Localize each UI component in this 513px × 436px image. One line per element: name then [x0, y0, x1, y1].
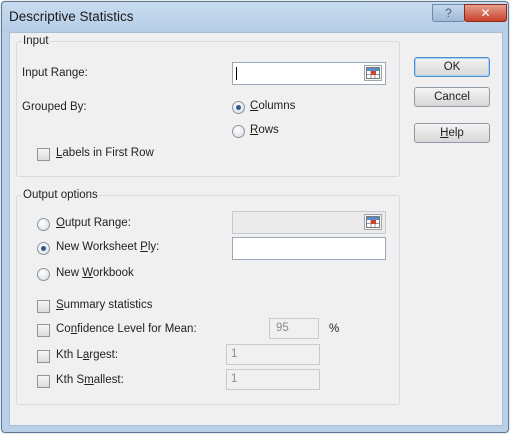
grouped-by-label: Grouped By:: [22, 101, 87, 113]
output-group-title: Output options: [22, 189, 99, 201]
title-bar[interactable]: Descriptive Statistics ? ✕: [2, 2, 508, 32]
cancel-button[interactable]: Cancel: [414, 87, 490, 107]
radio-selected-dot: [41, 246, 46, 251]
input-range-field[interactable]: [232, 62, 386, 85]
dialog-client-area: Input Input Range: Grouped By: Columns R…: [9, 32, 503, 426]
kth-largest-checkbox[interactable]: [37, 350, 50, 363]
input-range-label: Input Range:: [22, 67, 88, 79]
new-worksheet-ply-radio[interactable]: [37, 242, 50, 255]
close-icon: ✕: [480, 6, 491, 20]
input-range-selector-button[interactable]: [364, 65, 382, 81]
range-select-icon: [366, 216, 380, 228]
output-range-field[interactable]: [232, 211, 386, 234]
confidence-level-label[interactable]: Confidence Level for Mean:: [56, 323, 197, 335]
output-range-selector-button[interactable]: [364, 214, 382, 230]
labels-first-row-checkbox[interactable]: [37, 148, 50, 161]
worksheet-ply-field[interactable]: [232, 237, 386, 260]
ok-button[interactable]: OK: [414, 57, 490, 77]
columns-radio-label[interactable]: Columns: [250, 100, 295, 112]
labels-first-row-label[interactable]: Labels in First Row: [56, 147, 154, 159]
title-help-button[interactable]: ?: [432, 4, 465, 22]
dialog-window: Descriptive Statistics ? ✕ Input Input R…: [1, 1, 509, 433]
summary-statistics-checkbox[interactable]: [37, 300, 50, 313]
rows-radio[interactable]: [232, 125, 245, 138]
confidence-level-checkbox[interactable]: [37, 324, 50, 337]
columns-radio[interactable]: [232, 101, 245, 114]
confidence-level-field[interactable]: 95: [269, 318, 319, 339]
range-select-icon: [366, 67, 380, 79]
input-group-title: Input: [22, 35, 50, 47]
help-button[interactable]: Help: [414, 123, 490, 143]
percent-unit-label: %: [329, 323, 340, 335]
new-workbook-radio[interactable]: [37, 268, 50, 281]
text-caret: [236, 67, 237, 80]
title-close-button[interactable]: ✕: [464, 4, 507, 22]
rows-radio-label[interactable]: Rows: [250, 124, 279, 136]
question-mark-icon: ?: [445, 6, 452, 20]
kth-smallest-label[interactable]: Kth Smallest:: [56, 374, 124, 386]
kth-largest-label[interactable]: Kth Largest:: [56, 349, 118, 361]
summary-statistics-label[interactable]: Summary statistics: [56, 299, 153, 311]
kth-largest-field[interactable]: 1: [226, 344, 320, 365]
output-range-radio[interactable]: [37, 218, 50, 231]
output-range-label[interactable]: Output Range:: [56, 217, 131, 229]
dialog-title: Descriptive Statistics: [9, 9, 134, 24]
kth-smallest-checkbox[interactable]: [37, 375, 50, 388]
kth-smallest-field[interactable]: 1: [226, 369, 320, 390]
radio-selected-dot: [236, 105, 241, 110]
new-workbook-label[interactable]: New Workbook: [56, 267, 134, 279]
new-worksheet-ply-label[interactable]: New Worksheet Ply:: [56, 241, 159, 253]
